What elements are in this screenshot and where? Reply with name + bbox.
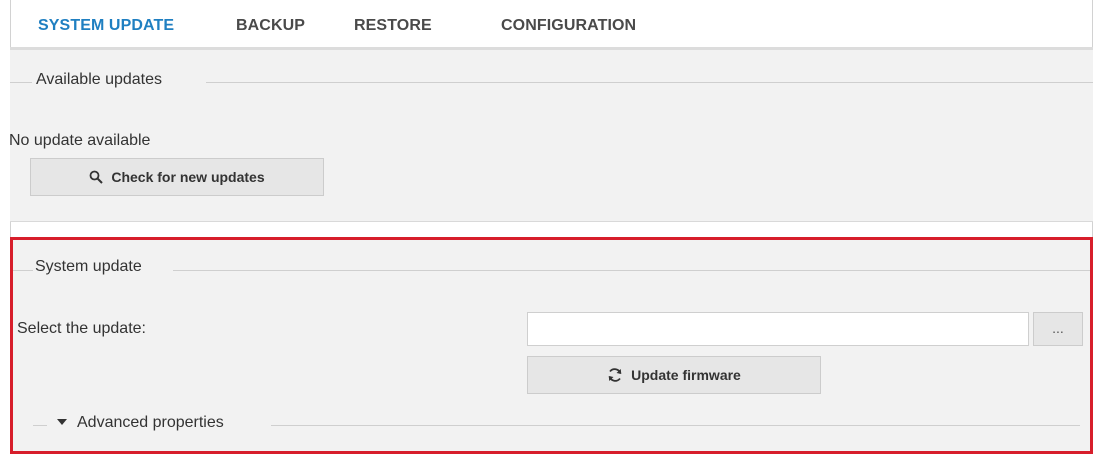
refresh-icon: [608, 368, 622, 382]
tab-configuration[interactable]: CONFIGURATION: [479, 0, 658, 50]
update-firmware-label: Update firmware: [631, 367, 741, 383]
tab-backup[interactable]: BACKUP: [214, 0, 327, 50]
advanced-properties-label: Advanced properties: [77, 414, 224, 431]
check-updates-label: Check for new updates: [111, 169, 265, 185]
tab-restore[interactable]: RESTORE: [332, 0, 454, 50]
legend-line-left: [10, 82, 32, 83]
search-icon: [89, 170, 104, 184]
system-update-legend: System update: [35, 258, 142, 275]
system-update-panel: System update Select the update: ... Upd…: [10, 237, 1093, 454]
tab-bar: SYSTEM UPDATE BACKUP RESTORE CONFIGURATI…: [10, 0, 1093, 53]
advanced-properties-toggle[interactable]: Advanced properties: [57, 414, 224, 432]
caret-down-icon: [57, 419, 67, 425]
update-firmware-button[interactable]: Update firmware: [527, 356, 821, 394]
advanced-line-left: [33, 425, 47, 426]
available-updates-panel: Available updates No update available Ch…: [9, 50, 1093, 222]
legend-line-right: [206, 82, 1093, 83]
update-status-text: No update available: [9, 132, 151, 149]
check-updates-button[interactable]: Check for new updates: [30, 158, 324, 196]
browse-button[interactable]: ...: [1033, 312, 1083, 346]
legend-line-left: [13, 270, 33, 271]
select-update-label: Select the update:: [17, 320, 146, 337]
advanced-line-right: [271, 425, 1080, 426]
update-file-input[interactable]: [527, 312, 1029, 346]
available-updates-legend: Available updates: [36, 71, 163, 88]
legend-line-right: [173, 270, 1090, 271]
tab-system-update[interactable]: SYSTEM UPDATE: [16, 0, 197, 53]
